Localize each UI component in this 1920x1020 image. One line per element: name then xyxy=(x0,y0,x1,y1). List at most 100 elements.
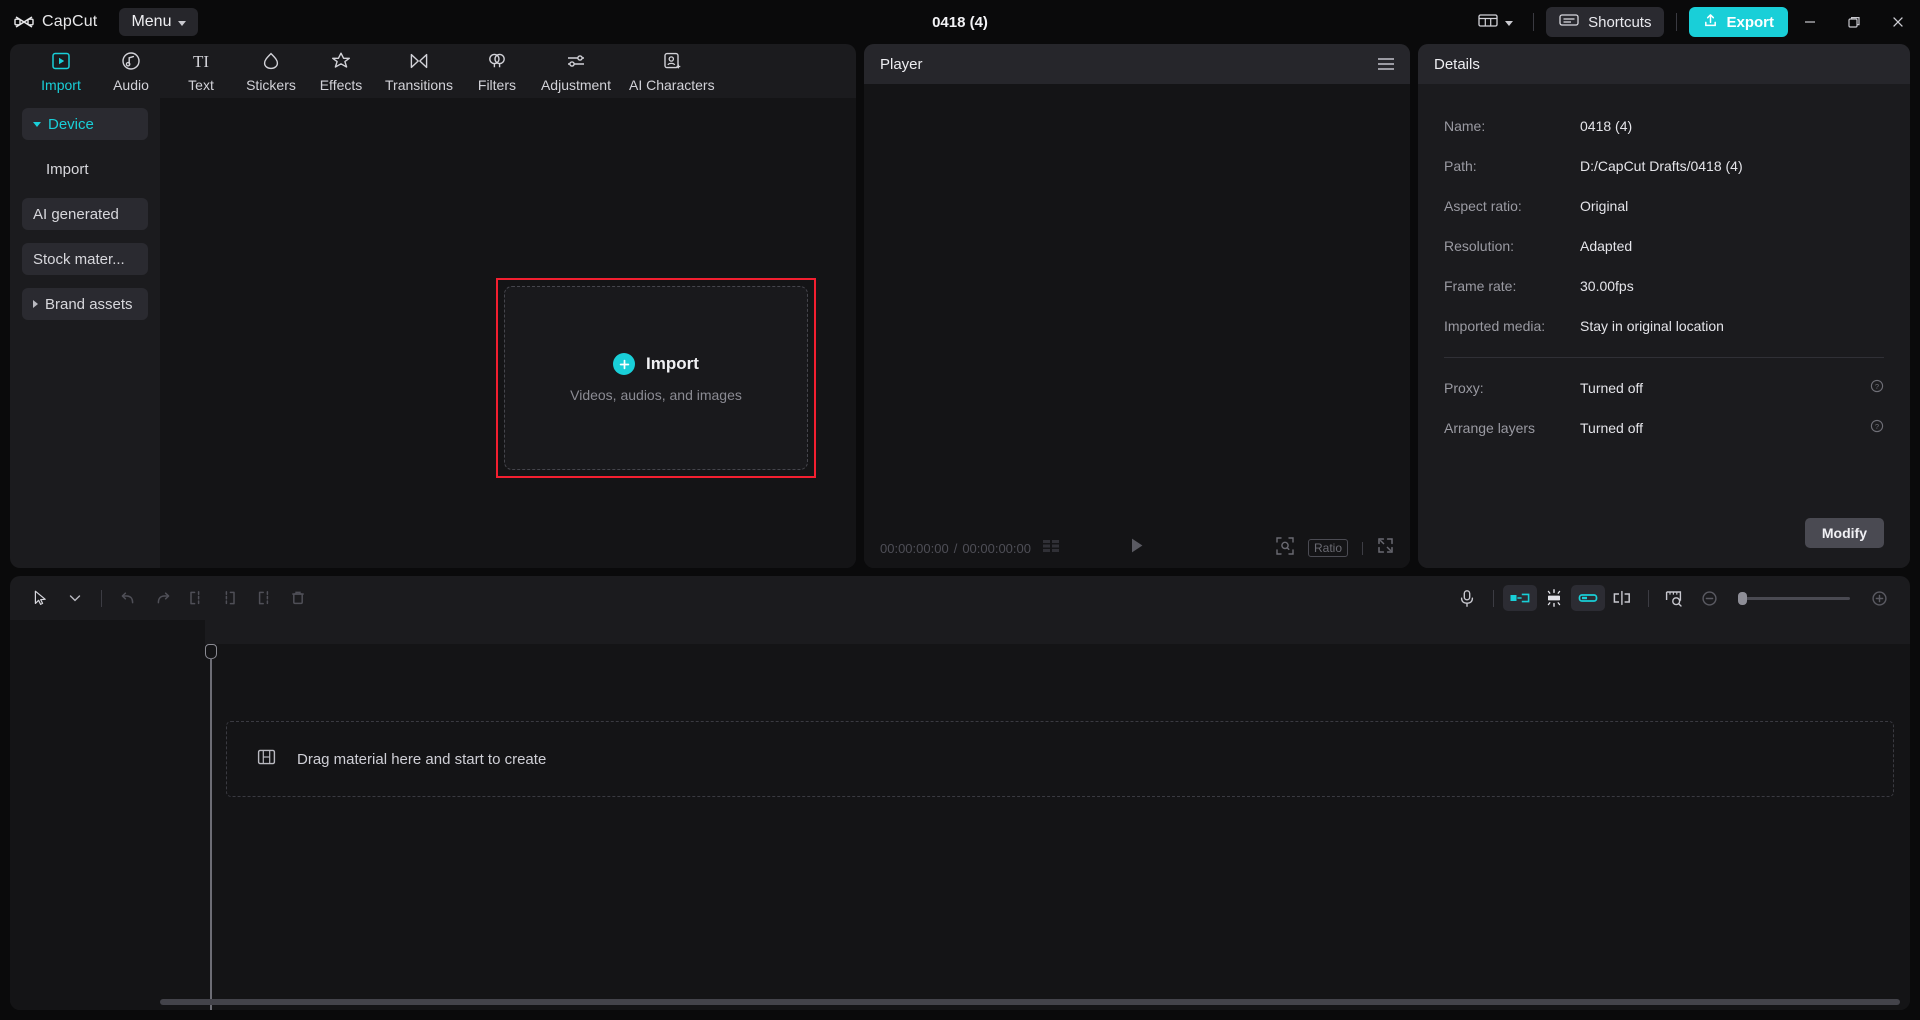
auto-caption-icon[interactable] xyxy=(1503,585,1537,611)
mirror-split-icon[interactable] xyxy=(1605,585,1639,611)
details-row-path: Path: D:/CapCut Drafts/0418 (4) xyxy=(1444,146,1884,186)
details-header: Details xyxy=(1418,44,1910,84)
player-panel: Player 00:00:00:00 / 00:00:00:00 Ratio xyxy=(864,44,1410,568)
details-row-resolution: Resolution: Adapted xyxy=(1444,226,1884,266)
timeline-ruler[interactable] xyxy=(205,620,1910,644)
titlebar-right-cluster: Shortcuts Export xyxy=(1470,0,1920,44)
details-value: Turned off xyxy=(1580,380,1644,396)
zoom-in-icon[interactable] xyxy=(1862,583,1896,613)
select-cursor-icon[interactable] xyxy=(24,583,58,613)
keyboard-icon xyxy=(1559,13,1579,31)
export-label: Export xyxy=(1726,13,1774,31)
capcut-logo-icon xyxy=(14,14,34,30)
timeline-toolbar-right xyxy=(1450,583,1896,613)
trim-right-icon[interactable] xyxy=(247,583,281,613)
audio-note-icon xyxy=(120,49,142,73)
tab-transitions[interactable]: Transitions xyxy=(376,44,462,93)
player-header: Player xyxy=(864,44,1410,84)
microphone-icon[interactable] xyxy=(1450,583,1484,613)
split-icon[interactable] xyxy=(179,583,213,613)
details-row-aspect-ratio: Aspect ratio: Original xyxy=(1444,186,1884,226)
svg-text:?: ? xyxy=(1875,382,1879,391)
shortcuts-button[interactable]: Shortcuts xyxy=(1546,7,1665,37)
tab-text[interactable]: TI Text xyxy=(166,44,236,93)
export-button[interactable]: Export xyxy=(1689,7,1788,37)
cursor-dropdown-chevron-down-icon[interactable] xyxy=(58,583,92,613)
divider xyxy=(1676,13,1678,31)
player-controls-bar: 00:00:00:00 / 00:00:00:00 Ratio xyxy=(864,528,1410,568)
details-row-frame-rate: Frame rate: 30.00fps xyxy=(1444,266,1884,306)
zoom-slider[interactable] xyxy=(1738,591,1850,605)
tab-ai-characters[interactable]: AI Characters xyxy=(620,44,724,93)
details-key: Frame rate: xyxy=(1444,278,1517,294)
zoom-slider-thumb[interactable] xyxy=(1738,591,1747,605)
tab-adjustment[interactable]: Adjustment xyxy=(532,44,620,93)
ai-character-icon xyxy=(661,49,683,73)
timeline-tracks-area[interactable] xyxy=(205,644,1910,1010)
hamburger-menu-icon[interactable] xyxy=(1378,58,1394,70)
modify-button[interactable]: Modify xyxy=(1804,518,1884,548)
horizontal-scrollbar[interactable] xyxy=(160,999,1900,1005)
sidebar-item-ai-generated[interactable]: AI generated xyxy=(22,198,148,230)
restore-icon xyxy=(1847,15,1861,29)
timeline-track-headers xyxy=(10,620,205,1010)
details-value: 0418 (4) xyxy=(1580,118,1633,134)
sidebar-item-label: Device xyxy=(48,115,94,133)
ruler-preview-icon[interactable] xyxy=(1658,583,1692,613)
tab-label: Audio xyxy=(113,77,149,93)
svg-text:TI: TI xyxy=(193,52,209,71)
capcut-app-window: CapCut Menu 0418 (4) Shortcuts Export Im… xyxy=(0,0,1920,1020)
tab-audio[interactable]: Audio xyxy=(96,44,166,93)
tab-label: Transitions xyxy=(385,77,453,93)
question-circle-icon[interactable]: ? xyxy=(1870,419,1884,438)
svg-text:?: ? xyxy=(1875,422,1879,431)
details-title: Details xyxy=(1434,55,1480,73)
tab-effects[interactable]: Effects xyxy=(306,44,376,93)
filters-icon xyxy=(486,49,508,73)
playhead-handle[interactable] xyxy=(205,644,217,659)
tab-label: Effects xyxy=(319,77,363,93)
play-icon[interactable] xyxy=(1129,537,1145,559)
tab-import[interactable]: Import xyxy=(26,44,96,93)
question-circle-icon[interactable]: ? xyxy=(1870,379,1884,398)
timeline-drop-hint: Drag material here and start to create xyxy=(297,750,547,768)
close-button[interactable] xyxy=(1876,0,1920,44)
redo-icon[interactable] xyxy=(145,583,179,613)
details-key: Arrange layers xyxy=(1444,420,1536,436)
delete-trash-icon[interactable] xyxy=(281,583,315,613)
details-row-proxy: Proxy: Turned off ? xyxy=(1444,368,1884,408)
tab-stickers[interactable]: Stickers xyxy=(236,44,306,93)
import-title: Import xyxy=(646,354,699,373)
timeline-body: Drag material here and start to create xyxy=(10,620,1910,1010)
shortcuts-label: Shortcuts xyxy=(1588,13,1652,31)
maximize-button[interactable] xyxy=(1832,0,1876,44)
timeline-dropzone[interactable]: Drag material here and start to create xyxy=(226,721,1894,797)
timeline-panel: Drag material here and start to create xyxy=(10,576,1910,1010)
sidebar-item-device[interactable]: Device xyxy=(22,108,148,140)
minimize-button[interactable] xyxy=(1788,0,1832,44)
sidebar-item-import[interactable]: Import xyxy=(22,153,148,185)
layout-button[interactable] xyxy=(1470,8,1521,37)
title-bar: CapCut Menu 0418 (4) Shortcuts Export xyxy=(0,0,1920,44)
sidebar-item-brand-assets[interactable]: Brand assets xyxy=(22,288,148,320)
sidebar-item-stock-materials[interactable]: Stock mater... xyxy=(22,243,148,275)
menu-button[interactable]: Menu xyxy=(119,8,199,36)
details-row-name: Name: 0418 (4) xyxy=(1444,106,1884,146)
chevron-right-icon xyxy=(33,300,38,308)
timeline-toolbar xyxy=(10,576,1910,620)
details-key: Resolution: xyxy=(1444,238,1515,254)
playback-center xyxy=(864,537,1410,559)
tab-filters[interactable]: Filters xyxy=(462,44,532,93)
tab-label: Text xyxy=(188,77,214,93)
trim-left-icon[interactable] xyxy=(213,583,247,613)
playhead[interactable] xyxy=(205,644,217,1010)
minimize-icon xyxy=(1803,15,1817,29)
undo-icon[interactable] xyxy=(111,583,145,613)
media-body: Device Import AI generated Stock mater..… xyxy=(10,98,856,568)
keyframe-icon[interactable] xyxy=(1537,585,1571,611)
details-body: Name: 0418 (4) Path: D:/CapCut Drafts/04… xyxy=(1418,84,1910,568)
zoom-out-icon[interactable] xyxy=(1692,583,1726,613)
import-dropzone[interactable]: Import Videos, audios, and images xyxy=(504,286,808,470)
link-clip-icon[interactable] xyxy=(1571,585,1605,611)
player-preview-stage[interactable] xyxy=(864,84,1410,528)
